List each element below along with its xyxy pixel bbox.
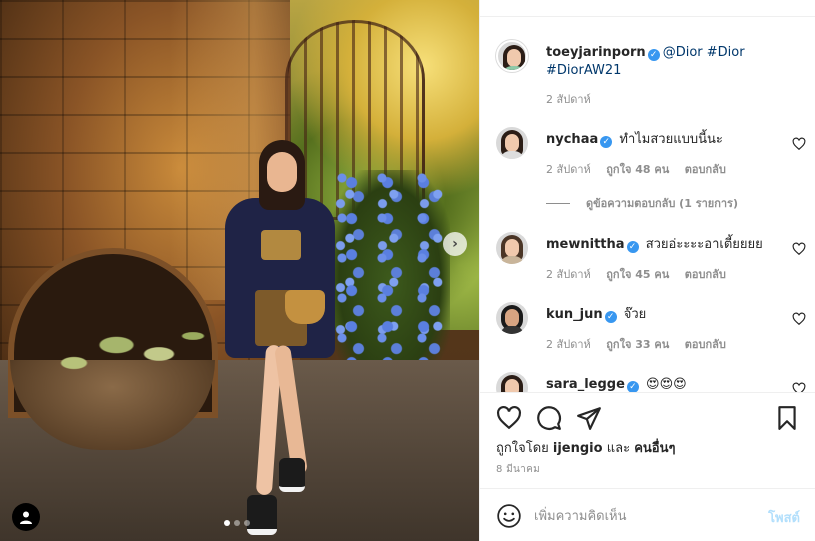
heart-icon[interactable] xyxy=(496,405,522,431)
comment-text: ทำไมสวยแบบนี้นะ xyxy=(619,132,723,147)
avatar[interactable] xyxy=(496,127,528,159)
comment-username[interactable]: nychaa xyxy=(546,132,598,147)
heart-icon[interactable] xyxy=(792,242,806,256)
caption: toeyjarinporn ✓ @Dior #Dior #DiorAW21 2 สั… xyxy=(496,40,806,110)
comment-input[interactable] xyxy=(534,505,754,527)
comment-text: จ๊วย xyxy=(623,307,647,322)
comment-text: สวยอ่ะะะะอาเตี้ยยยย xyxy=(645,237,763,252)
comment-bubble-icon[interactable] xyxy=(536,405,562,431)
avatar[interactable] xyxy=(496,232,528,264)
view-replies-button[interactable]: ดูข้อความตอบกลับ (1 รายการ) xyxy=(546,194,738,212)
reply-button[interactable]: ตอบกลับ xyxy=(685,268,726,281)
avatar[interactable] xyxy=(496,40,528,72)
comment-username[interactable]: mewnittha xyxy=(546,237,625,252)
user-tag-icon[interactable] xyxy=(12,503,40,531)
carousel-dot xyxy=(234,520,240,526)
avatar[interactable] xyxy=(496,302,528,334)
verified-badge-icon: ✓ xyxy=(604,311,617,323)
comment-time: 2 สัปดาห์ xyxy=(546,338,591,351)
comment-time: 2 สัปดาห์ xyxy=(546,163,591,176)
post-date: 8 มีนาคม xyxy=(496,464,540,475)
liked-by-user[interactable]: ijengio xyxy=(553,441,603,456)
blue-flowers xyxy=(330,170,450,390)
post-actions: ถูกใจโดย ijengio และ คนอื่นๆ 8 มีนาคม xyxy=(480,392,815,488)
reply-button[interactable]: ตอบกลับ xyxy=(685,338,726,351)
verified-badge-icon: ✓ xyxy=(626,381,639,392)
comment-username[interactable]: sara_legge xyxy=(546,377,625,392)
smiley-icon[interactable] xyxy=(496,503,522,529)
carousel-dot xyxy=(244,520,250,526)
add-comment-bar: โพสต์ xyxy=(480,488,815,541)
bookmark-icon[interactable] xyxy=(774,405,800,431)
post-time: 2 สัปดาห์ xyxy=(546,93,591,106)
liked-by-others[interactable]: คนอื่นๆ xyxy=(634,441,675,456)
comment-likes[interactable]: ถูกใจ 45 คน xyxy=(606,268,669,281)
comment-item: kun_jun ✓ จ๊วย 2 สัปดาห์ ถูกใจ 33 คน ตอบก… xyxy=(496,302,806,357)
comments-list[interactable]: toeyjarinporn ✓ @Dior #Dior #DiorAW21 2 สั… xyxy=(480,17,815,392)
post-photo[interactable]: › xyxy=(0,0,479,541)
comment-likes[interactable]: ถูกใจ 48 คน xyxy=(606,163,669,176)
panel-header xyxy=(480,0,815,17)
post-comment-button[interactable]: โพสต์ xyxy=(768,507,800,528)
comment-likes[interactable]: ถูกใจ 33 คน xyxy=(606,338,669,351)
model-figure xyxy=(225,140,340,540)
carousel-dot xyxy=(224,520,230,526)
comment-username[interactable]: kun_jun xyxy=(546,307,603,322)
avatar[interactable] xyxy=(496,372,528,392)
succulent-plants xyxy=(40,300,210,390)
comment-time: 2 สัปดาห์ xyxy=(546,268,591,281)
heart-icon[interactable] xyxy=(792,312,806,326)
chevron-right-icon[interactable]: › xyxy=(443,232,467,256)
heart-icon[interactable] xyxy=(792,137,806,151)
caption-hashtag[interactable]: #Dior xyxy=(707,45,745,60)
comment-item: sara_legge ✓ 😍😍😍 xyxy=(496,372,806,392)
liked-by-summary: ถูกใจโดย ijengio และ คนอื่นๆ xyxy=(496,441,676,456)
post-details-panel: toeyjarinporn ✓ @Dior #Dior #DiorAW21 2 สั… xyxy=(479,0,815,541)
carousel-dots xyxy=(224,520,250,526)
comment-item: nychaa ✓ ทำไมสวยแบบนี้นะ 2 สัปดาห์ ถูกใจ … xyxy=(496,127,806,217)
caption-mention[interactable]: @Dior xyxy=(663,45,703,60)
reply-button[interactable]: ตอบกลับ xyxy=(685,163,726,176)
verified-badge-icon: ✓ xyxy=(647,49,660,61)
caption-hashtag[interactable]: #DiorAW21 xyxy=(546,63,621,78)
comment-text: 😍😍😍 xyxy=(646,377,687,392)
author-username[interactable]: toeyjarinporn xyxy=(546,45,646,60)
heart-icon[interactable] xyxy=(792,382,806,392)
comment-item: mewnittha ✓ สวยอ่ะะะะอาเตี้ยยยย 2 สัปดาห์… xyxy=(496,232,806,287)
paper-plane-icon[interactable] xyxy=(576,405,602,431)
verified-badge-icon: ✓ xyxy=(626,241,639,253)
verified-badge-icon: ✓ xyxy=(600,136,613,148)
